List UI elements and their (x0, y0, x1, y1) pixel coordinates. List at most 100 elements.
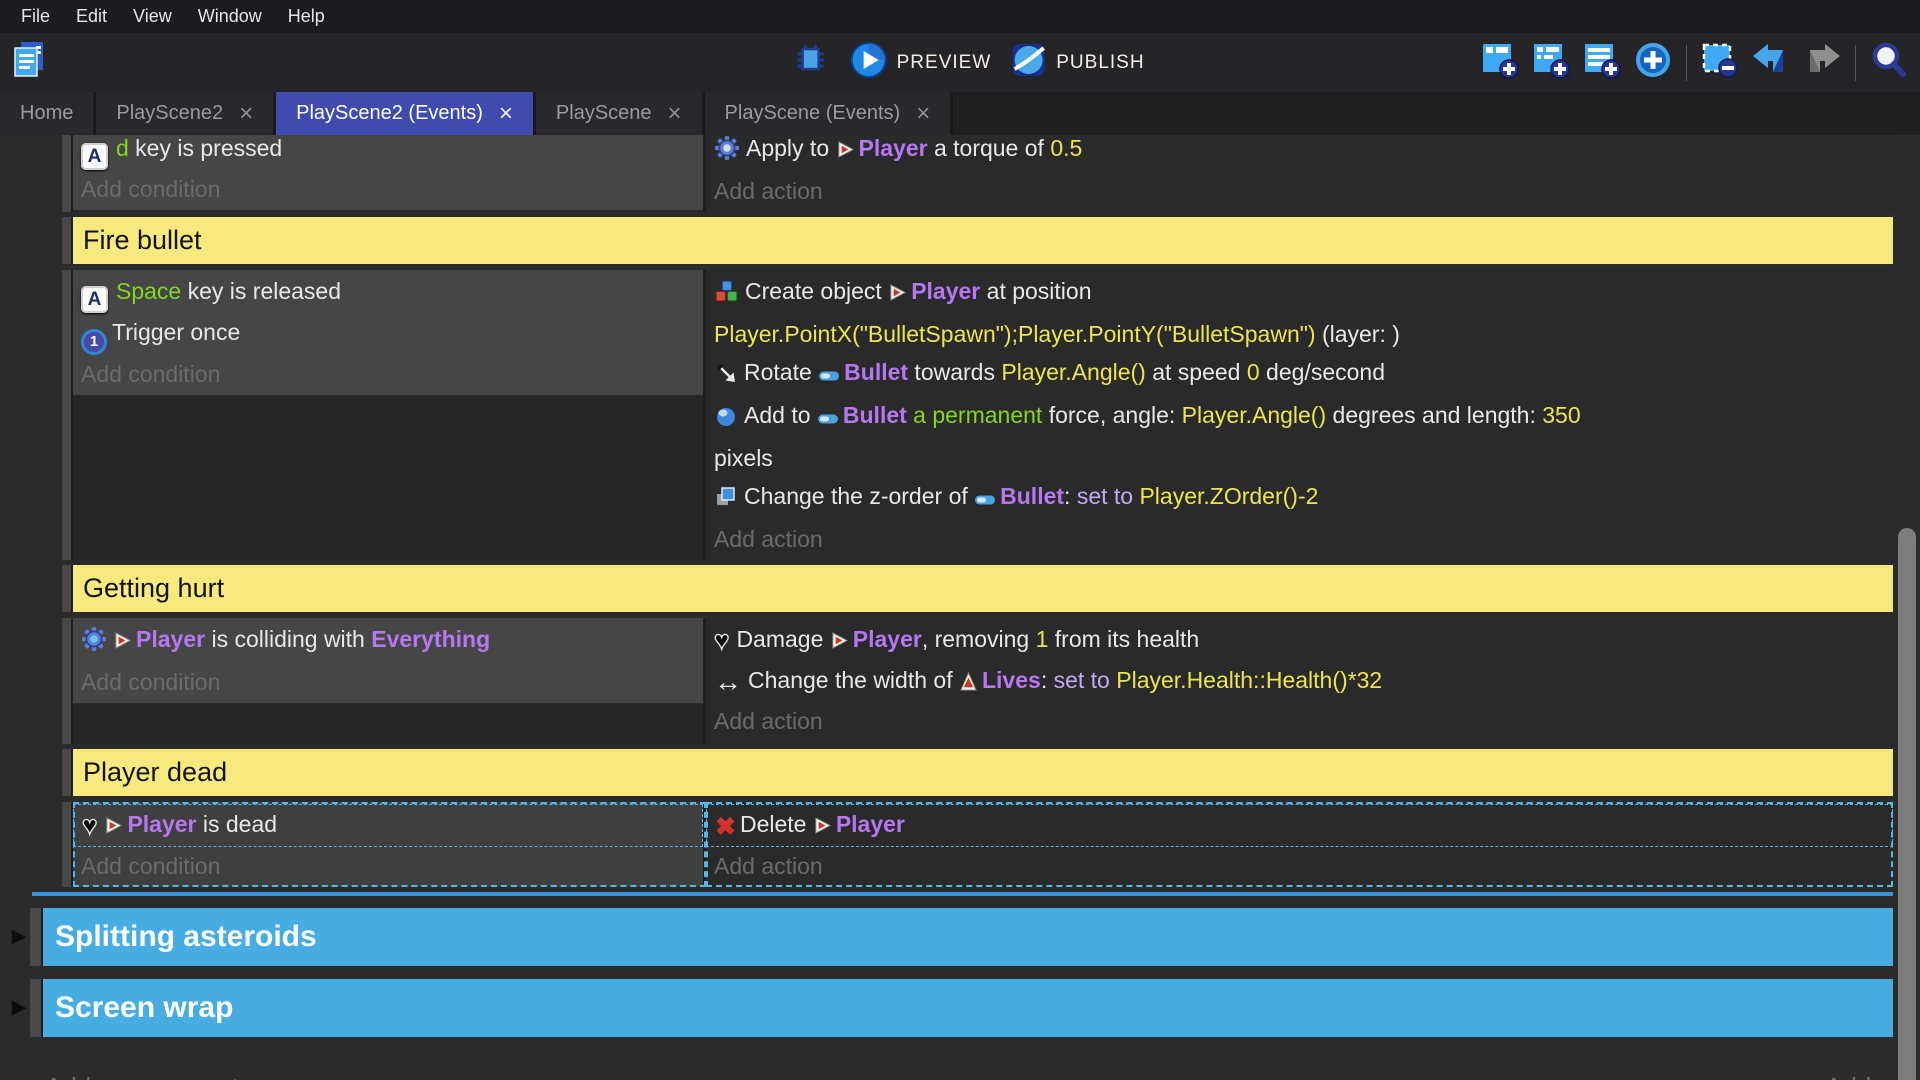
tab-playscene-events[interactable]: PlayScene (Events) × (705, 92, 954, 135)
action-damage-player[interactable]: ♥Damage Player, removing 1 from its heal… (706, 620, 1893, 661)
group-getting-hurt[interactable]: Getting hurt (62, 565, 1893, 612)
player-object-icon (836, 135, 855, 170)
event-drag-handle[interactable] (62, 217, 73, 264)
close-tab-icon[interactable]: × (668, 102, 682, 126)
add-action-button[interactable]: Add action (706, 172, 1893, 210)
add-subevent-button[interactable] (1530, 40, 1572, 86)
tab-home-label: Home (20, 102, 73, 125)
action-add-force-wrap[interactable]: pixels (706, 439, 1893, 477)
action-create-object[interactable]: Create object Player at position (706, 272, 1893, 315)
selection-indicator (32, 892, 1893, 896)
event-drag-handle[interactable] (62, 802, 73, 887)
action-change-width[interactable]: ↔Change the width of Lives: set to Playe… (706, 661, 1893, 702)
choose-add-button[interactable] (1632, 40, 1674, 86)
group-header-label[interactable]: Screen wrap (43, 979, 1893, 1037)
scrollbar-thumb[interactable] (1898, 528, 1916, 1080)
toolbar: PREVIEW PUBLISH (0, 33, 1920, 92)
event-drag-handle[interactable] (62, 565, 73, 612)
add-new-event-button[interactable]: Add a new event (45, 1072, 239, 1080)
tab-home[interactable]: Home (0, 92, 96, 135)
group-splitting-asteroids[interactable]: ▶ Splitting asteroids (8, 908, 1893, 966)
group-screen-wrap[interactable]: ▶ Screen wrap (8, 979, 1893, 1037)
group-header-label[interactable]: Fire bullet (73, 217, 1893, 264)
add-more-button[interactable]: Add... (1825, 1072, 1893, 1080)
add-condition-button[interactable]: Add condition (73, 355, 703, 393)
add-comment-button[interactable] (1581, 40, 1623, 86)
menu-view[interactable]: View (120, 6, 185, 27)
publish-icon (1009, 41, 1047, 85)
menu-edit[interactable]: Edit (63, 6, 120, 27)
player-object-icon (104, 808, 123, 846)
project-manager-button[interactable] (8, 40, 50, 86)
menu-file[interactable]: File (8, 6, 63, 27)
delete-selection-button[interactable] (1699, 40, 1741, 86)
event-player-dead[interactable]: ♥Player is dead Add condition ✖Delete Pl… (62, 802, 1893, 887)
toolbar-separator (1855, 45, 1856, 81)
event-getting-hurt[interactable]: Player is colliding with Everything Add … (62, 618, 1893, 744)
rotate-arrow-icon (714, 358, 738, 396)
event-fire-bullet[interactable]: ASpace key is released 1Trigger once Add… (62, 270, 1893, 560)
player-object-icon (830, 623, 849, 661)
action-change-zorder[interactable]: Change the z-order of Bullet: set to Pla… (706, 477, 1893, 520)
expand-caret-icon[interactable]: ▶ (8, 979, 30, 1037)
event-turn-right[interactable]: Ad key is pressed Add condition Apply to… (62, 135, 1893, 212)
bullet-object-icon (817, 399, 839, 437)
event-drag-handle[interactable] (62, 135, 73, 212)
player-object-icon (888, 275, 907, 313)
condition-collision[interactable]: Player is colliding with Everything (73, 620, 703, 663)
project-manager-icon (9, 38, 49, 87)
keyboard-key-icon: A (81, 143, 108, 170)
event-drag-handle[interactable] (30, 908, 43, 966)
condition-player-dead[interactable]: ♥Player is dead (73, 804, 703, 847)
redo-button[interactable] (1801, 40, 1843, 86)
menu-window[interactable]: Window (185, 6, 275, 27)
add-action-button[interactable]: Add action (706, 702, 1893, 740)
condition-key-released[interactable]: ASpace key is released (73, 272, 703, 313)
event-drag-handle[interactable] (62, 618, 73, 744)
tab-playscene-label: PlayScene (556, 102, 652, 125)
add-action-button[interactable]: Add action (706, 520, 1893, 558)
menu-help[interactable]: Help (275, 6, 338, 27)
tab-playscene2[interactable]: PlayScene2 × (96, 92, 276, 135)
action-create-object-position[interactable]: Player.PointX("BulletSpawn");Player.Poin… (706, 315, 1893, 353)
condition-key-pressed[interactable]: Ad key is pressed (73, 135, 703, 170)
action-delete-player[interactable]: ✖Delete Player (706, 804, 1893, 847)
add-condition-button[interactable]: Add condition (73, 847, 703, 885)
add-condition-button[interactable]: Add condition (73, 663, 703, 701)
width-arrows-icon: ↔ (714, 668, 742, 696)
group-header-label[interactable]: Splitting asteroids (43, 908, 1893, 966)
add-event-button[interactable] (1479, 40, 1521, 86)
debugger-button[interactable] (790, 40, 832, 86)
add-action-button[interactable]: Add action (706, 847, 1893, 885)
publish-label: PUBLISH (1056, 52, 1144, 74)
add-condition-button[interactable]: Add condition (73, 170, 703, 208)
tab-playscene2-events[interactable]: PlayScene2 (Events) × (276, 92, 536, 135)
publish-button[interactable]: PUBLISH (1009, 41, 1144, 85)
undo-button[interactable] (1750, 40, 1792, 86)
close-tab-icon[interactable]: × (499, 102, 513, 126)
health-heart-icon: ♥ (714, 627, 729, 653)
expand-caret-icon[interactable]: ▶ (8, 908, 30, 966)
condition-trigger-once[interactable]: 1Trigger once (73, 313, 703, 355)
group-player-dead[interactable]: Player dead (62, 749, 1893, 796)
vertical-scrollbar[interactable] (1893, 135, 1920, 1080)
search-icon (1870, 41, 1908, 84)
action-add-force[interactable]: Add to Bullet a permanent force, angle: … (706, 396, 1893, 439)
event-drag-handle[interactable] (30, 979, 43, 1037)
tab-playscene[interactable]: PlayScene × (536, 92, 705, 135)
preview-button[interactable]: PREVIEW (850, 41, 992, 85)
action-rotate-bullet[interactable]: Rotate Bullet towards Player.Angle() at … (706, 353, 1893, 396)
redo-icon (1802, 42, 1842, 83)
tab-playscene2-label: PlayScene2 (116, 102, 223, 125)
group-fire-bullet[interactable]: Fire bullet (62, 217, 1893, 264)
tab-playscene-events-label: PlayScene (Events) (725, 102, 901, 125)
lives-object-icon (959, 664, 978, 702)
group-header-label[interactable]: Getting hurt (73, 565, 1893, 612)
event-drag-handle[interactable] (62, 270, 73, 560)
group-header-label[interactable]: Player dead (73, 749, 1893, 796)
close-tab-icon[interactable]: × (239, 102, 253, 126)
event-drag-handle[interactable] (62, 749, 73, 796)
search-events-button[interactable] (1868, 40, 1910, 86)
close-tab-icon[interactable]: × (916, 102, 930, 126)
action-apply-torque[interactable]: Apply to Player a torque of 0.5 (706, 135, 1893, 172)
